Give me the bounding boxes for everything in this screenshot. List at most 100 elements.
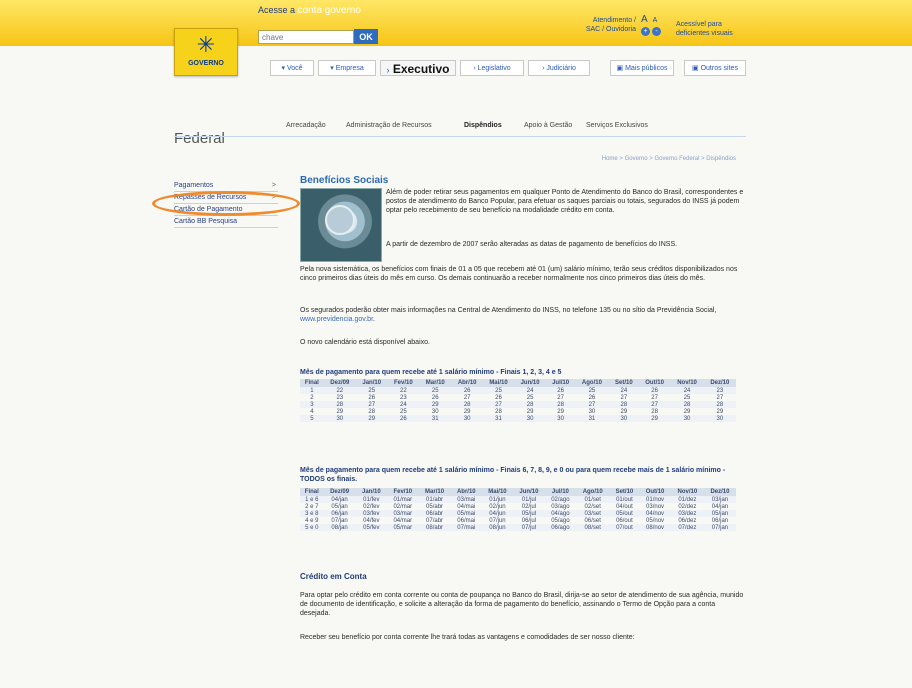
table-header: Dez/10	[703, 379, 736, 387]
table-cell: 03/fev	[355, 510, 388, 517]
table-header: Jan/10	[355, 379, 388, 387]
tab-arrecadacao[interactable]: Arrecadação	[286, 122, 326, 134]
table-cell: 07/jun	[489, 517, 506, 524]
highlight-circle	[152, 191, 300, 216]
nav-empresa[interactable]: ▾ Empresa	[318, 60, 376, 76]
table-cell: 23	[336, 394, 344, 401]
nav-judiciario[interactable]: › Judiciário	[528, 60, 590, 76]
table-cell: 30	[514, 415, 547, 422]
tab-apoio[interactable]: Apoio à Gestão	[524, 122, 572, 134]
table-cell: 06/jan	[323, 510, 356, 517]
table-cell: 05/ago	[551, 517, 570, 524]
table-cell: 24	[608, 387, 639, 394]
table-header: Dez/09	[323, 379, 356, 387]
tab-administracao[interactable]: Administração de Recursos	[346, 122, 432, 134]
table-cell: 24	[514, 387, 547, 394]
table-header: Fev/10	[387, 379, 420, 387]
table-cell: 29	[557, 408, 564, 415]
sidebar-item-cartao-pesquisa[interactable]: Cartão BB Pesquisa	[174, 216, 278, 228]
font-decrease-button[interactable]: -	[652, 27, 661, 36]
table-cell: 28	[451, 401, 483, 408]
table-cell: 05/out	[609, 510, 640, 517]
accessibility-link[interactable]: Acessível para deficientes visuais	[676, 20, 748, 38]
table-cell: 03/mai	[450, 496, 483, 503]
table-cell: 23	[703, 387, 736, 394]
breadcrumb[interactable]: Home > Governo > Governo Federal > Dispê…	[550, 156, 736, 162]
table-header: Jun/10	[514, 379, 547, 387]
table-cell: 27	[557, 394, 564, 401]
table-cell: 04/ago	[544, 510, 576, 517]
table-cell: 06/set	[584, 517, 601, 524]
table-cell: 30	[451, 415, 483, 422]
table-cell: 24	[387, 401, 420, 408]
tab-servicos[interactable]: Serviços Exclusivos	[586, 122, 648, 134]
table-cell: 5 e 0	[300, 524, 324, 531]
paragraph-3: Pela nova sistemática, os benefícios com…	[300, 266, 738, 282]
nav-other-sites[interactable]: ▣ Outros sites	[684, 60, 746, 76]
table-cell: 04/mar	[393, 517, 413, 524]
nav-legislativo-label: Legislativo	[477, 65, 511, 72]
table-header: Final	[300, 379, 324, 387]
table-cell: 06/jul	[521, 517, 537, 524]
table-cell: 2	[310, 394, 314, 401]
nav-voce[interactable]: ▾ Você	[270, 60, 314, 76]
previdencia-link[interactable]: www.previdencia.gov.br	[300, 316, 373, 323]
table-cell: 26	[638, 387, 671, 394]
table-cell: 27	[620, 394, 628, 401]
table-cell: 05/abr	[426, 503, 444, 510]
ok-button[interactable]: OK	[354, 29, 378, 44]
table-row: 5 e 0 08/jan 05/fev 05/mar 08/abr 07/mai 08/ju…	[300, 524, 736, 531]
tab-dispendios[interactable]: Dispêndios	[464, 122, 502, 134]
key-input[interactable]	[258, 30, 354, 44]
nav-legislativo[interactable]: › Legislativo	[460, 60, 524, 76]
table-cell: 23	[400, 394, 407, 401]
access-account-link[interactable]: conta governo	[298, 5, 361, 16]
table-header: Dez/10	[703, 488, 736, 496]
table-cell: 29	[716, 408, 724, 415]
table-cell: 05/mar	[387, 524, 419, 531]
table-cell: 04/jan	[323, 496, 356, 503]
table-cell: 5	[300, 415, 324, 422]
bank-logo[interactable]: ✳ GOVERNO	[174, 28, 238, 76]
table-cell: 22	[387, 387, 420, 394]
nav-more-publics[interactable]: ▣ Mais públicos	[610, 60, 674, 76]
credit-title: Crédito em Conta	[300, 572, 367, 581]
table-cell: 28	[323, 401, 356, 408]
table-cell: 27	[716, 394, 724, 401]
table-cell: 25	[526, 394, 534, 401]
table-cell: 22	[323, 387, 356, 394]
nav-voce-label: Você	[286, 65, 303, 72]
table-cell: 04/mai	[457, 503, 476, 510]
nav-executivo[interactable]: › Executivo	[380, 60, 456, 76]
table-cell: 04/fev	[363, 517, 380, 524]
table-cell: 08/nov	[639, 524, 671, 531]
paragraph-2: A partir de dezembro de 2007 serão alter…	[386, 241, 678, 248]
paragraph-4-end: .	[373, 316, 375, 323]
logo-text: GOVERNO	[188, 60, 224, 67]
calendar-table-2: Final Dez/09 Jan/10 Fev/10 Mar/10 Abr/10 Mai/1…	[300, 488, 736, 531]
table-header: Dez/09	[323, 488, 356, 496]
access-prefix: Acesse a	[258, 5, 296, 15]
table-cell: 4	[310, 408, 314, 415]
table-header: Final	[300, 488, 324, 496]
table-cell: 4 e 9	[305, 517, 319, 524]
table-cell: 07/jan	[331, 517, 348, 524]
table1-title: Mês de pagamento para quem recebe até 1 …	[300, 369, 562, 376]
table-cell: 07/abr	[426, 517, 444, 524]
font-increase-button[interactable]: +	[641, 27, 650, 36]
table-cell: 01/jun	[482, 496, 513, 503]
top-bar	[0, 0, 912, 46]
table-cell: 25	[419, 387, 452, 394]
table-cell: 27	[355, 401, 388, 408]
table-cell: 29	[336, 408, 344, 415]
nav-others-label: Outros sites	[700, 65, 738, 72]
table-cell: 01/fev	[355, 496, 388, 503]
credit-paragraph-2: Receber seu benefício por conta corrente…	[300, 634, 635, 641]
table-header: Abr/10	[451, 379, 483, 387]
table-header: Nov/10	[670, 488, 704, 496]
table-cell: 29	[355, 415, 388, 422]
table-cell: 30	[431, 408, 439, 415]
coin-icon	[325, 205, 355, 235]
help-link[interactable]: Atendimento / SAC / Ouvidoria	[562, 16, 636, 34]
table-cell: 06/ago	[544, 524, 576, 531]
